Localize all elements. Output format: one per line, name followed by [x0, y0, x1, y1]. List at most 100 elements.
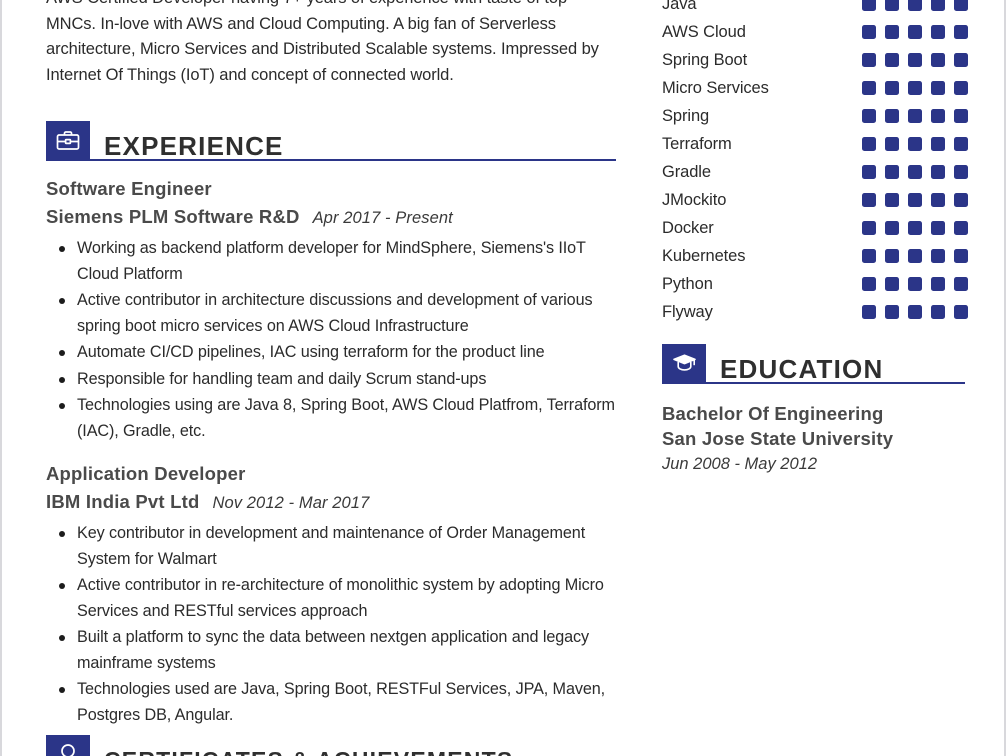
skill-name: Kubernetes	[662, 246, 746, 265]
skill-square	[862, 137, 876, 151]
skill-square	[908, 249, 922, 263]
education-section-header: EDUCATION	[662, 344, 965, 384]
resume-page: AWS Certified Developer having 7+ years …	[0, 0, 1006, 756]
skill-level	[862, 249, 968, 263]
experience-section-header: EXPERIENCE	[46, 121, 616, 161]
list-item: Automate CI/CD pipelines, IAC using terr…	[46, 340, 616, 366]
skill-square	[908, 25, 922, 39]
skill-level	[862, 193, 968, 207]
skill-row: Spring	[662, 102, 968, 130]
skill-level	[862, 25, 968, 39]
skill-square	[885, 305, 899, 319]
experience-item: Application Developer IBM India Pvt Ltd …	[46, 462, 616, 728]
skill-square	[908, 137, 922, 151]
skill-name: Docker	[662, 218, 714, 237]
job-bullets: Working as backend platform developer fo…	[46, 236, 616, 444]
skill-square	[931, 0, 945, 11]
skill-square	[885, 25, 899, 39]
skill-name: Java	[662, 0, 697, 13]
skill-square	[885, 165, 899, 179]
job-dates: Apr 2017 - Present	[312, 209, 453, 227]
skill-row: Kubernetes	[662, 242, 968, 270]
skill-row: JMockito	[662, 186, 968, 214]
skill-square	[885, 109, 899, 123]
skill-row: Docker	[662, 214, 968, 242]
list-item: Working as backend platform developer fo…	[46, 236, 616, 287]
skill-square	[862, 305, 876, 319]
profile-summary: AWS Certified Developer having 7+ years …	[46, 0, 616, 88]
skill-square	[931, 249, 945, 263]
skill-row: Spring Boot	[662, 46, 968, 74]
skill-square	[954, 277, 968, 291]
list-item: Key contributor in development and maint…	[46, 521, 616, 572]
skill-square	[862, 81, 876, 95]
skill-square	[931, 81, 945, 95]
skill-square	[885, 277, 899, 291]
skill-square	[908, 53, 922, 67]
skill-square	[954, 0, 968, 11]
skill-square	[862, 221, 876, 235]
skill-row: Micro Services	[662, 74, 968, 102]
list-item: Active contributor in re-architecture of…	[46, 573, 616, 624]
job-bullets: Key contributor in development and maint…	[46, 521, 616, 728]
skill-level	[862, 305, 968, 319]
job-meta: Siemens PLM Software R&D Apr 2017 - Pres…	[46, 204, 616, 231]
skill-row: AWS Cloud	[662, 18, 968, 46]
skill-square	[954, 109, 968, 123]
skill-square	[931, 305, 945, 319]
skill-square	[908, 221, 922, 235]
left-column: AWS Certified Developer having 7+ years …	[46, 0, 616, 729]
skill-square	[862, 277, 876, 291]
job-company: IBM India Pvt Ltd	[46, 491, 200, 512]
skill-level	[862, 53, 968, 67]
skill-level	[862, 81, 968, 95]
skill-square	[885, 221, 899, 235]
summary-text: AWS Certified Developer having 7+ years …	[46, 0, 599, 84]
list-item: Responsible for handling team and daily …	[46, 367, 616, 393]
skill-square	[885, 137, 899, 151]
skill-square	[954, 137, 968, 151]
skill-square	[954, 53, 968, 67]
skill-square	[908, 109, 922, 123]
list-item: Built a platform to sync the data betwee…	[46, 625, 616, 676]
skill-name: Python	[662, 274, 713, 293]
skill-square	[908, 165, 922, 179]
education-heading: EDUCATION	[720, 354, 884, 384]
skill-row: Terraform	[662, 130, 968, 158]
skill-square	[931, 193, 945, 207]
skill-level	[862, 109, 968, 123]
skill-square	[908, 305, 922, 319]
skill-square	[885, 53, 899, 67]
skill-square	[885, 0, 899, 11]
list-item: Active contributor in architecture discu…	[46, 288, 616, 339]
briefcase-icon	[46, 121, 90, 159]
skill-square	[862, 193, 876, 207]
certificates-heading: CERTIFICATES & ACHIEVEMENTS	[90, 745, 513, 756]
education-section: EDUCATION Bachelor Of Engineering San Jo…	[662, 344, 965, 476]
skill-square	[885, 249, 899, 263]
skill-square	[885, 81, 899, 95]
skill-level	[862, 137, 968, 151]
skill-name: Spring Boot	[662, 50, 748, 69]
skill-level	[862, 221, 968, 235]
skill-row: Gradle	[662, 158, 968, 186]
skill-square	[954, 165, 968, 179]
skill-square	[908, 193, 922, 207]
skill-square	[931, 277, 945, 291]
skills-list: Java AWS Cloud Spring Boot Micro Service…	[662, 0, 968, 326]
job-meta: IBM India Pvt Ltd Nov 2012 - Mar 2017	[46, 489, 616, 516]
award-icon	[46, 735, 90, 756]
skill-row: Java	[662, 0, 968, 18]
certificates-section-header: CERTIFICATES & ACHIEVEMENTS	[46, 735, 616, 756]
skill-square	[862, 109, 876, 123]
graduation-cap-icon	[662, 344, 706, 382]
education-degree: Bachelor Of Engineering	[662, 403, 884, 424]
experience-item: Software Engineer Siemens PLM Software R…	[46, 177, 616, 444]
skill-level	[862, 165, 968, 179]
skill-level	[862, 0, 968, 11]
skill-square	[931, 25, 945, 39]
skill-square	[862, 165, 876, 179]
skill-square	[862, 25, 876, 39]
skill-name: AWS Cloud	[662, 22, 746, 41]
skill-level	[862, 277, 968, 291]
